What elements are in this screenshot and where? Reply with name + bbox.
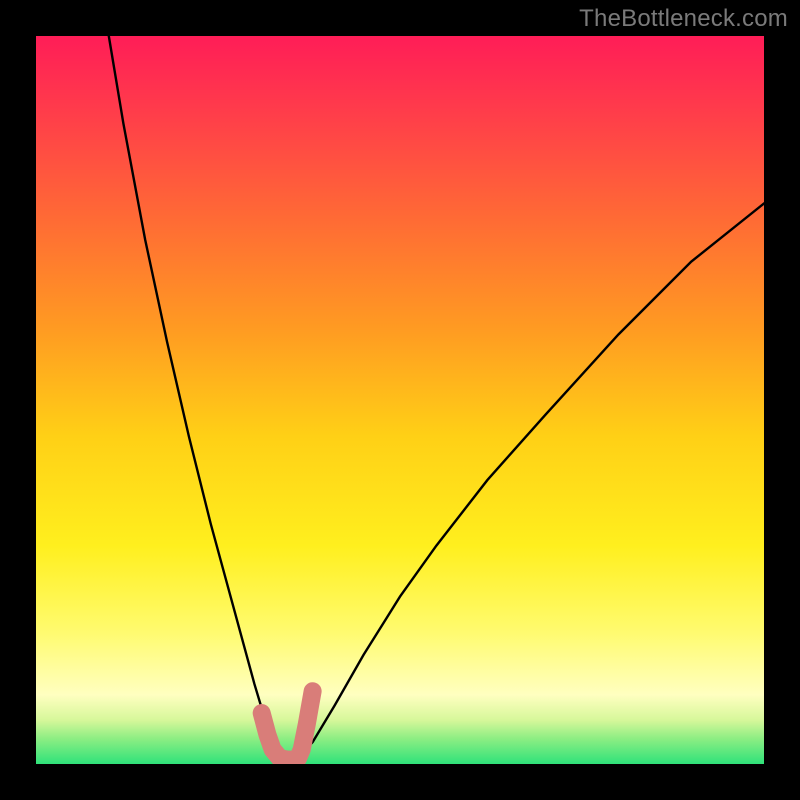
chart-svg bbox=[36, 36, 764, 764]
watermark-text: TheBottleneck.com bbox=[579, 5, 788, 33]
gradient-background bbox=[36, 36, 764, 764]
plot-area bbox=[36, 36, 764, 764]
chart-frame: TheBottleneck.com bbox=[0, 0, 800, 800]
